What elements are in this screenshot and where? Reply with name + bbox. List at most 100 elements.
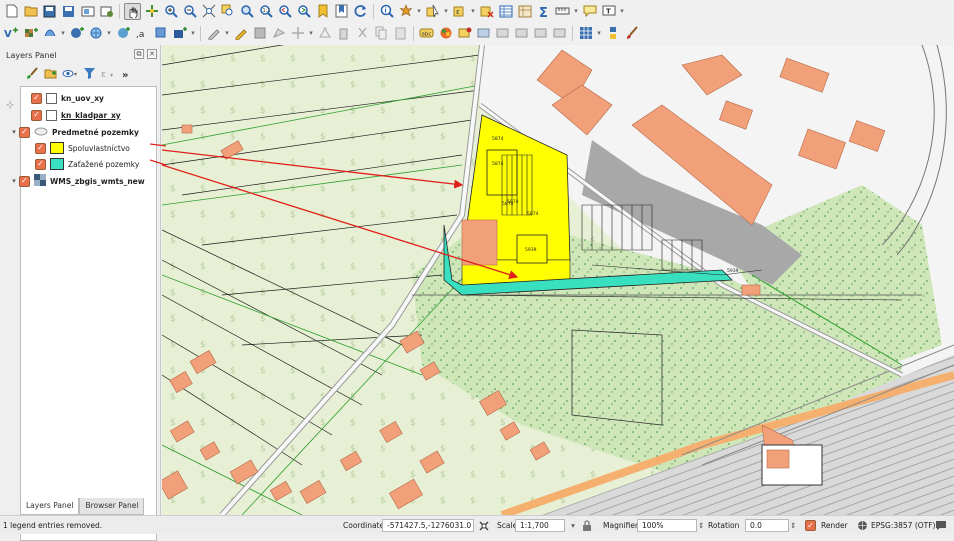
open-project-icon[interactable]: [22, 3, 39, 20]
add-mssql-layer-icon[interactable]: [152, 25, 169, 42]
layer-visibility-checkbox[interactable]: ✓: [19, 126, 30, 138]
chevron-down-icon[interactable]: ▾: [224, 25, 230, 42]
python-console-icon[interactable]: [604, 25, 621, 42]
identify-icon[interactable]: i: [378, 3, 395, 20]
select-features-icon[interactable]: [424, 3, 441, 20]
show-labels-icon[interactable]: [475, 25, 492, 42]
new-print-layout-icon[interactable]: [79, 3, 96, 20]
layer-visibility-checkbox[interactable]: ✓: [31, 109, 42, 121]
toggle-editing-icon[interactable]: [232, 25, 249, 42]
chevron-down-icon[interactable]: ▾: [60, 25, 66, 42]
attribute-table-icon[interactable]: [497, 3, 514, 20]
expand-arrow-icon[interactable]: ▾: [9, 177, 19, 185]
add-postgis-layer-icon[interactable]: [68, 25, 85, 42]
save-project-icon[interactable]: [41, 3, 58, 20]
save-as-icon[interactable]: [60, 3, 77, 20]
layer-group-predmetne-pozemky[interactable]: ▾ ✓ Predmetné pozemky: [9, 124, 139, 140]
chevron-down-icon[interactable]: ▾: [106, 25, 112, 42]
add-group-icon[interactable]: [44, 67, 57, 83]
chevron-down-icon[interactable]: ▾: [190, 25, 196, 42]
zoom-native-icon[interactable]: 1:1: [257, 3, 274, 20]
add-vector-layer-icon[interactable]: V: [3, 25, 20, 42]
zoom-to-selection-icon[interactable]: [219, 3, 236, 20]
visibility-icon[interactable]: ▾: [62, 67, 78, 83]
add-db2-layer-icon[interactable]: [171, 25, 188, 42]
rotate-label-icon[interactable]: [513, 25, 530, 42]
pan-to-selection-icon[interactable]: [143, 3, 160, 20]
legend-checkbox[interactable]: ✓: [35, 142, 46, 154]
chevron-down-icon[interactable]: ▾: [416, 3, 422, 20]
filter-legend-icon[interactable]: ε ▾: [101, 67, 117, 83]
chevron-down-icon[interactable]: ▾: [619, 3, 625, 20]
more-icon[interactable]: »: [122, 70, 128, 81]
layer-visibility-checkbox[interactable]: ✓: [31, 92, 42, 104]
lock-scale-icon[interactable]: [582, 519, 592, 532]
cut-features-icon[interactable]: [354, 25, 371, 42]
map-svg[interactable]: $: [162, 45, 954, 515]
copy-features-icon[interactable]: [373, 25, 390, 42]
map-canvas[interactable]: $: [162, 45, 954, 515]
magnifier-spinner[interactable]: ⇕: [698, 519, 704, 532]
messages-icon[interactable]: [935, 519, 947, 532]
grid-plugin-icon[interactable]: [577, 25, 594, 42]
node-tool-icon[interactable]: [316, 25, 333, 42]
layout-manager-icon[interactable]: [98, 3, 115, 20]
expand-arrow-icon[interactable]: ▾: [9, 128, 19, 136]
coordinate-field[interactable]: -571427.5,-1276031.0: [382, 519, 474, 532]
delete-selected-icon[interactable]: [335, 25, 352, 42]
layer-row-wms[interactable]: ▾ ✓ WMS_zbgis_wmts_new: [9, 173, 145, 189]
add-wcs-layer-icon[interactable]: [114, 25, 131, 42]
pin-labels-icon[interactable]: [456, 25, 473, 42]
select-by-value-icon[interactable]: ε: [451, 3, 468, 20]
add-delimited-text-icon[interactable]: ,a: [133, 25, 150, 42]
change-label-icon[interactable]: [532, 25, 549, 42]
tab-layers-panel[interactable]: Layers Panel: [20, 498, 80, 515]
map-tips-icon[interactable]: [581, 3, 598, 20]
extents-toggle-icon[interactable]: [478, 519, 490, 532]
zoom-next-icon[interactable]: [295, 3, 312, 20]
layer-visibility-checkbox[interactable]: ✓: [19, 175, 30, 187]
chevron-down-icon[interactable]: ▾: [573, 3, 579, 20]
zoom-out-icon[interactable]: [181, 3, 198, 20]
new-bookmark-icon[interactable]: [314, 3, 331, 20]
render-checkbox[interactable]: ✓: [805, 520, 816, 531]
measure-icon[interactable]: [554, 3, 571, 20]
layer-row-kn-kladpar[interactable]: ✓ kn_kladpar_xy: [21, 107, 121, 123]
rotation-spinner[interactable]: ⇕: [790, 519, 796, 532]
move-label-icon[interactable]: [494, 25, 511, 42]
refresh-icon[interactable]: [352, 3, 369, 20]
paste-features-icon[interactable]: [392, 25, 409, 42]
pan-map-icon[interactable]: [124, 2, 141, 20]
digitize-icon[interactable]: [205, 25, 222, 42]
zoom-to-layer-icon[interactable]: [238, 3, 255, 20]
globe-icon[interactable]: [857, 519, 868, 532]
zoom-full-icon[interactable]: [200, 3, 217, 20]
chevron-down-icon[interactable]: ▾: [443, 3, 449, 20]
zoom-in-icon[interactable]: [162, 3, 179, 20]
legend-item-spoluvlastnictvo[interactable]: ✓ Spoluvlastníctvo: [35, 140, 130, 156]
close-panel-icon[interactable]: ✕: [147, 49, 157, 59]
field-calculator-icon[interactable]: [516, 3, 533, 20]
brush-plugin-icon[interactable]: [623, 25, 640, 42]
layer-styling-icon[interactable]: [437, 25, 454, 42]
text-annotation-icon[interactable]: T: [600, 3, 617, 20]
chevron-down-icon[interactable]: ▾: [308, 25, 314, 42]
scale-field[interactable]: 1:1,700: [515, 519, 565, 532]
move-feature-icon[interactable]: [289, 25, 306, 42]
layer-row-kn-uov[interactable]: ✓ kn_uov_xy: [21, 90, 104, 106]
label-abc-icon[interactable]: abc: [418, 25, 435, 42]
float-panel-icon[interactable]: ⧉: [134, 49, 144, 59]
magnifier-field[interactable]: 100%: [637, 519, 697, 532]
crs-label[interactable]: EPSG:3857 (OTF): [871, 519, 935, 532]
add-feature-icon[interactable]: [270, 25, 287, 42]
run-action-icon[interactable]: [397, 3, 414, 20]
save-edits-icon[interactable]: [251, 25, 268, 42]
style-brush-icon[interactable]: [26, 67, 39, 83]
statistics-sum-icon[interactable]: Σ: [535, 3, 552, 20]
chevron-down-icon[interactable]: ▾: [470, 3, 476, 20]
new-project-icon[interactable]: [3, 3, 20, 20]
rotation-field[interactable]: 0.0: [745, 519, 789, 532]
add-spatialite-layer-icon[interactable]: [41, 25, 58, 42]
label-properties-icon[interactable]: [551, 25, 568, 42]
add-raster-layer-icon[interactable]: [22, 25, 39, 42]
